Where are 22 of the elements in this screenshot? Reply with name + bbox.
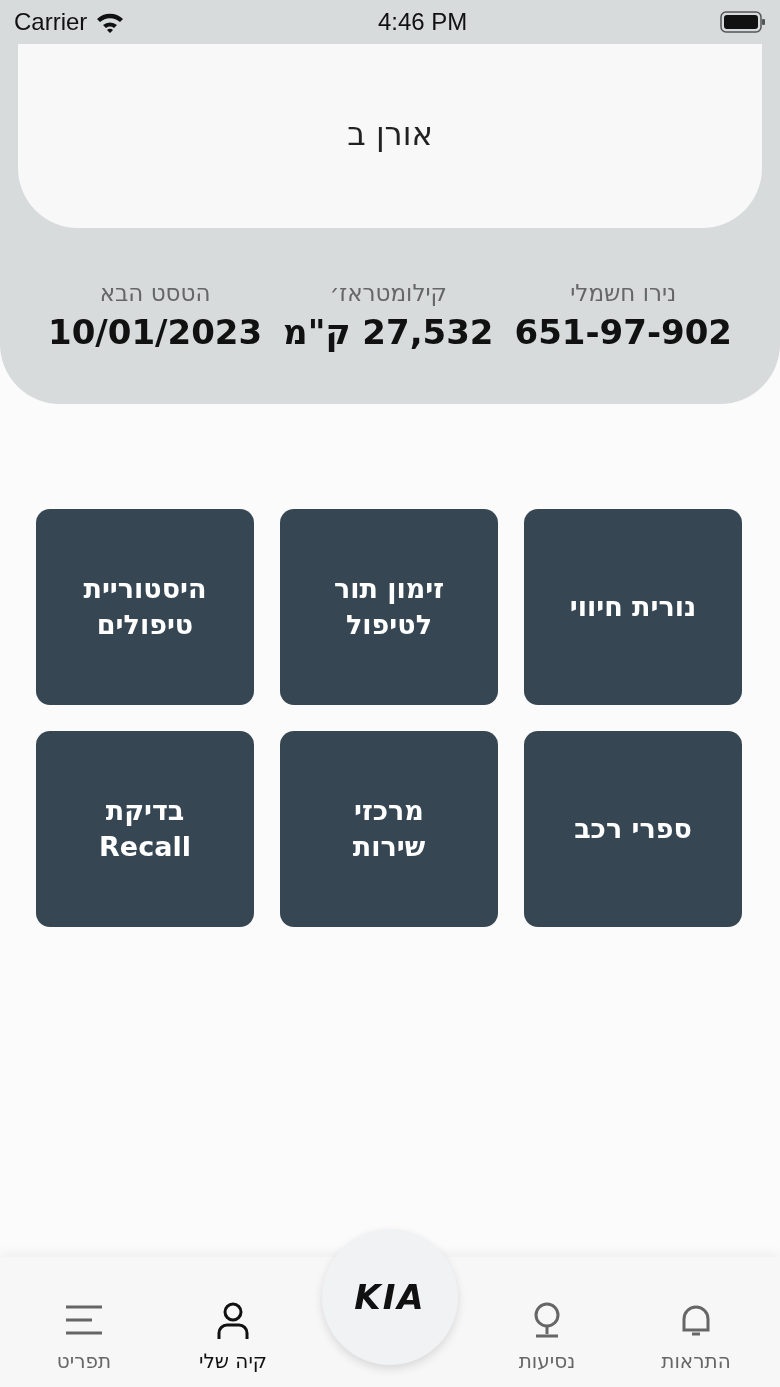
carrier-label: Carrier <box>14 8 88 36</box>
stat-value: 27,532 ק"מ <box>283 312 494 352</box>
tab-item[interactable]: קיה שלי <box>173 1299 293 1373</box>
tab-item[interactable]: תפריט <box>24 1299 144 1373</box>
stat-value: 651-97-902 <box>514 312 732 352</box>
stat-label: נירו חשמלי <box>570 280 677 306</box>
menu-tile[interactable]: בדיקת Recall <box>36 731 254 927</box>
battery-icon <box>720 11 766 33</box>
menu-tile[interactable]: זימון תור לטיפול <box>280 509 498 705</box>
tab-item[interactable]: התראות <box>636 1299 756 1373</box>
tab-item[interactable]: נסיעות <box>487 1299 607 1373</box>
menu-tile[interactable]: מרכזי שירות <box>280 731 498 927</box>
owner-name: אורן ב <box>347 115 433 153</box>
status-time: 4:46 PM <box>377 8 468 36</box>
menu-tile[interactable]: ספרי רכב <box>524 731 742 927</box>
stat-label: קילומטראז׳ <box>329 280 447 306</box>
menu-tile[interactable]: היסטוריית טיפולים <box>36 509 254 705</box>
menu-tile[interactable]: נורית חיווי <box>524 509 742 705</box>
logo-button[interactable]: KIA <box>322 1229 458 1365</box>
wifi-icon <box>95 11 126 33</box>
stat-value: 10/01/2023 <box>48 312 263 352</box>
stat-label: הטסט הבא <box>99 280 211 306</box>
